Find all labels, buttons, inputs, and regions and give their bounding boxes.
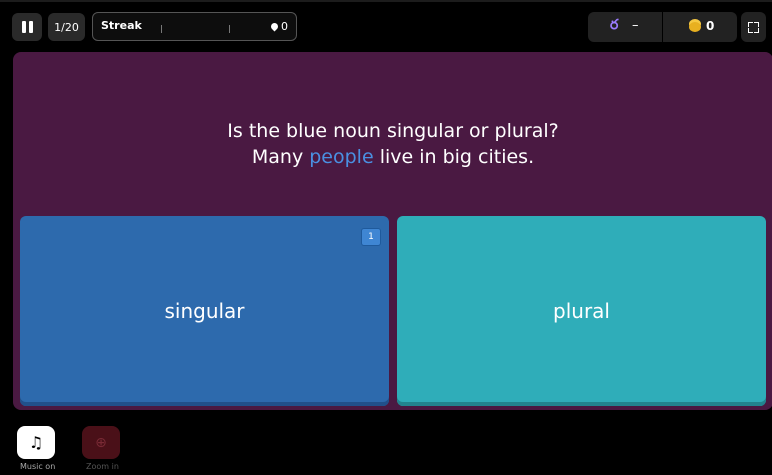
streak-count: 0 bbox=[269, 20, 288, 33]
answer-label: plural bbox=[553, 299, 610, 323]
score-divider bbox=[662, 12, 663, 42]
zoom-label: Zoom in bbox=[86, 462, 119, 471]
pause-icon-bar bbox=[28, 21, 33, 33]
answer-plural[interactable]: plural bbox=[397, 216, 766, 406]
zoom-in-icon: ⊕ bbox=[95, 434, 107, 451]
pause-button[interactable] bbox=[12, 13, 42, 41]
streak-tick bbox=[229, 25, 230, 33]
music-note-icon: ♫ bbox=[28, 433, 44, 452]
coins-icon bbox=[689, 22, 701, 32]
score-group: ర – 0 bbox=[588, 12, 737, 42]
question-counter: 1/20 bbox=[48, 13, 85, 41]
sentence-start: Many bbox=[251, 146, 310, 168]
answer-singular[interactable]: singular 1 bbox=[20, 216, 389, 406]
question-prompt: Is the blue noun singular or plural? bbox=[227, 120, 559, 142]
question-panel: Is the blue noun singular or plural? Man… bbox=[13, 52, 772, 410]
streak-meter: Streak 0 bbox=[92, 12, 297, 41]
question-text: Is the blue noun singular or plural? Man… bbox=[13, 118, 772, 170]
pause-icon bbox=[21, 21, 26, 33]
music-toggle-button[interactable]: ♫ bbox=[17, 426, 55, 459]
medal-value: – bbox=[632, 18, 639, 33]
answer-label: singular bbox=[164, 299, 245, 323]
sentence-end: live in big cities. bbox=[373, 146, 535, 168]
streak-tick bbox=[161, 25, 162, 33]
top-divider bbox=[0, 0, 772, 2]
hotkey-badge: 1 bbox=[361, 228, 381, 246]
coins-value: 0 bbox=[706, 19, 715, 33]
streak-count-value: 0 bbox=[281, 20, 288, 33]
question-sentence: Many people live in big cities. bbox=[13, 144, 772, 170]
medal-icon: ర bbox=[610, 17, 619, 33]
streak-label: Streak bbox=[101, 19, 142, 32]
highlighted-noun: people bbox=[309, 146, 374, 168]
fullscreen-button[interactable] bbox=[741, 12, 766, 42]
zoom-in-button[interactable]: ⊕ bbox=[82, 426, 120, 459]
music-label: Music on bbox=[20, 462, 56, 471]
drop-icon bbox=[269, 21, 280, 32]
